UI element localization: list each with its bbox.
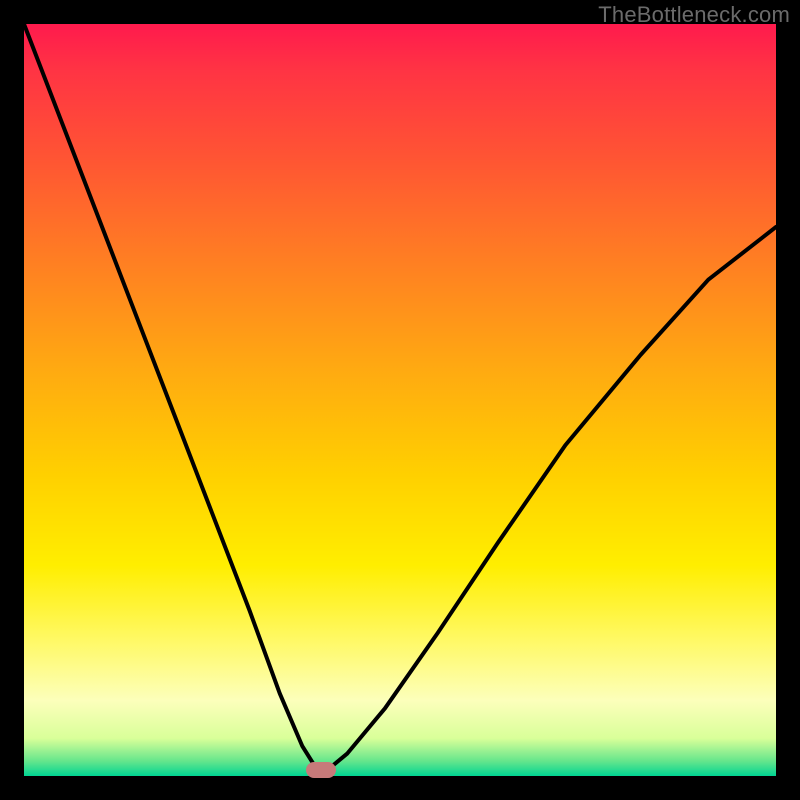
chart-frame: TheBottleneck.com [0, 0, 800, 800]
curve-svg [24, 24, 776, 776]
plot-area [24, 24, 776, 776]
minimum-marker [306, 762, 336, 778]
bottleneck-curve [24, 24, 776, 776]
